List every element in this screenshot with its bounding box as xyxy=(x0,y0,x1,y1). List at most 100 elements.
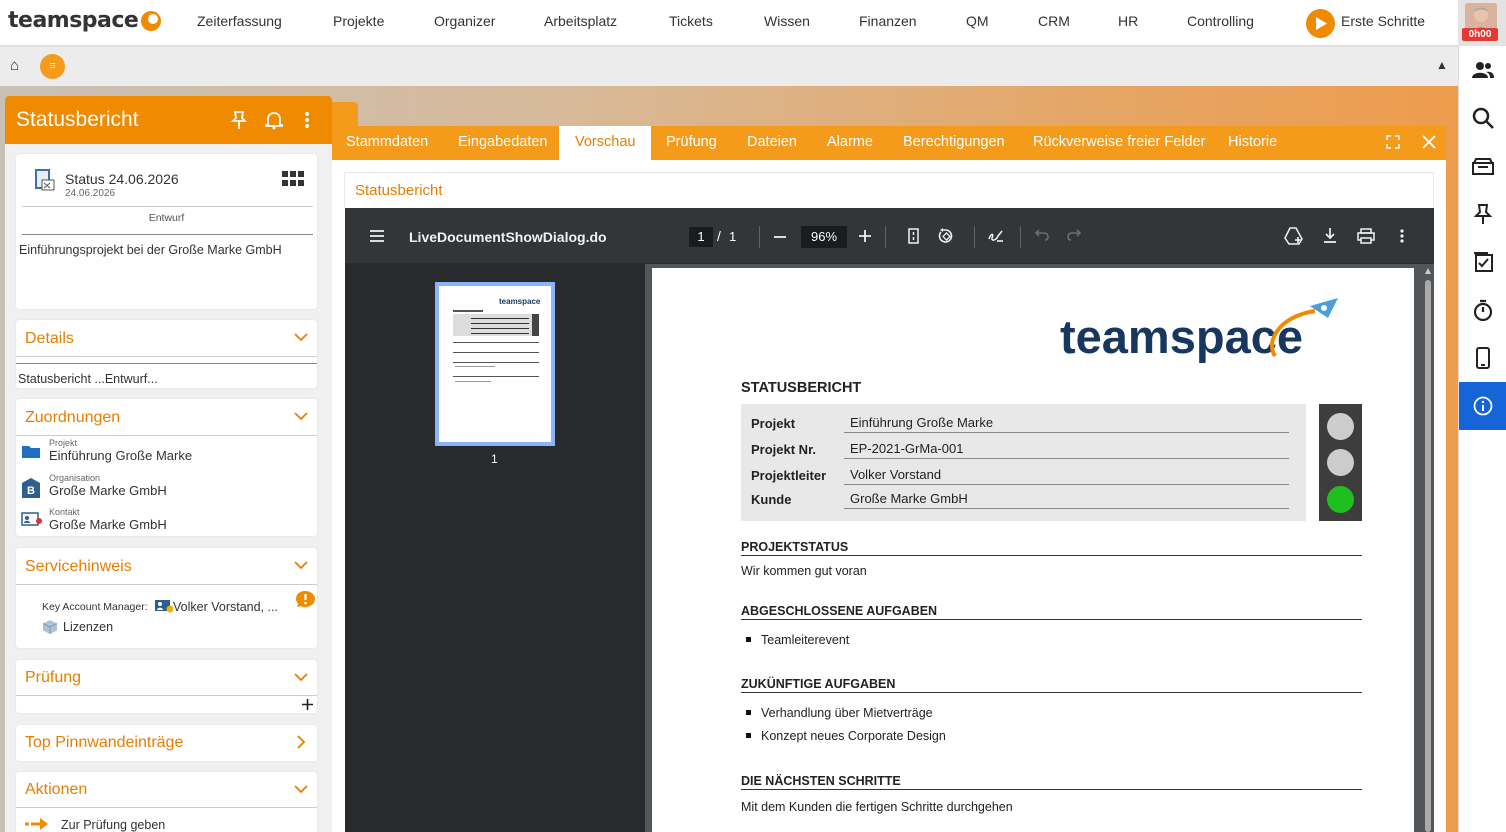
pinboard-title[interactable]: Top Pinnwandeinträge xyxy=(25,734,183,752)
nav-tickets[interactable]: Tickets xyxy=(669,13,713,29)
folder-icon xyxy=(22,446,40,458)
nav-wissen[interactable]: Wissen xyxy=(764,13,810,29)
collapse-up-icon[interactable]: ▲ xyxy=(1436,58,1448,72)
more-vertical-icon[interactable] xyxy=(304,110,310,130)
close-icon[interactable] xyxy=(1422,135,1436,149)
action-submit-review[interactable]: Zur Prüfung geben xyxy=(61,818,165,832)
grid-icon[interactable] xyxy=(282,171,304,187)
licenses-link[interactable]: Lizenzen xyxy=(63,620,113,634)
thumbnail-page: teamspace xyxy=(439,286,551,442)
field-value: Große Marke GmbH xyxy=(844,491,1289,509)
contact-icon xyxy=(155,600,173,613)
status-title: Status 24.06.2026 xyxy=(65,171,179,187)
field-label: Projektleiter xyxy=(751,468,827,483)
arrow-right-icon xyxy=(25,818,48,830)
assignment-type: Kontakt xyxy=(49,507,80,517)
nav-controlling[interactable]: Controlling xyxy=(1187,13,1254,29)
doc-logo-text: teamspace xyxy=(1060,310,1303,363)
rotate-icon[interactable] xyxy=(937,228,955,244)
chevron-down-icon[interactable] xyxy=(294,332,308,342)
nav-finanzen[interactable]: Finanzen xyxy=(859,13,917,29)
field-value: Einführung Große Marke xyxy=(844,415,1289,433)
bell-icon[interactable] xyxy=(264,110,284,130)
info-icon[interactable] xyxy=(1459,382,1506,430)
review-title[interactable]: Prüfung xyxy=(25,669,81,687)
assignment-contact-link[interactable]: Große Marke GmbH xyxy=(49,517,167,532)
hamburger-menu-icon[interactable] xyxy=(370,230,384,242)
nav-organizer[interactable]: Organizer xyxy=(434,13,495,29)
package-icon xyxy=(43,620,57,634)
app-logo[interactable]: teamspace xyxy=(8,8,139,33)
kam-label: Key Account Manager: xyxy=(42,601,148,613)
nav-crm[interactable]: CRM xyxy=(1038,13,1070,29)
menu-button[interactable]: ≡ xyxy=(40,54,65,79)
drive-add-icon[interactable] xyxy=(1284,227,1304,245)
pin-icon[interactable] xyxy=(231,110,247,130)
assignment-type: Projekt xyxy=(49,438,78,448)
assignment-organisation-link[interactable]: Große Marke GmbH xyxy=(49,483,167,498)
tab-vorschau[interactable]: Vorschau xyxy=(559,126,652,160)
logo-swoosh-icon xyxy=(141,11,161,31)
nav-hr[interactable]: HR xyxy=(1118,13,1138,29)
tab-berechtigungen[interactable]: Berechtigungen xyxy=(903,126,1005,160)
warning-icon[interactable] xyxy=(296,590,316,608)
assignments-title[interactable]: Zuordnungen xyxy=(25,409,120,427)
undo-icon[interactable] xyxy=(1035,229,1049,241)
zoom-out-icon[interactable] xyxy=(774,236,786,238)
chevron-down-icon[interactable] xyxy=(294,784,308,794)
zoom-level-input[interactable]: 96% xyxy=(801,226,847,248)
redo-icon[interactable] xyxy=(1067,229,1081,241)
chevron-right-icon[interactable] xyxy=(296,735,306,749)
tab-eingabedaten[interactable]: Eingabedaten xyxy=(458,126,548,160)
nav-arbeitsplatz[interactable]: Arbeitsplatz xyxy=(544,13,617,29)
contacts-icon[interactable] xyxy=(1459,46,1506,94)
play-icon[interactable] xyxy=(1306,9,1335,38)
add-icon[interactable] xyxy=(302,699,313,710)
first-steps-link[interactable]: Erste Schritte xyxy=(1341,13,1425,29)
chevron-down-icon[interactable] xyxy=(294,560,308,570)
left-panel: Statusbericht Status 24.06.2026 24.06.20… xyxy=(5,96,332,832)
contact-card-icon xyxy=(21,512,42,526)
fit-page-icon[interactable] xyxy=(908,228,919,244)
print-icon[interactable] xyxy=(1357,228,1375,244)
assignment-project-link[interactable]: Einführung Große Marke xyxy=(49,448,192,463)
pdf-page: teamspace STATUSBERICHT Projekt Einführu… xyxy=(652,268,1414,832)
service-note-card: Servicehinweis Key Account Manager: Volk… xyxy=(16,548,317,648)
actions-title[interactable]: Aktionen xyxy=(25,781,87,799)
pin-icon[interactable] xyxy=(1459,190,1506,238)
tab-stammdaten[interactable]: Stammdaten xyxy=(346,126,428,160)
nav-projekte[interactable]: Projekte xyxy=(333,13,384,29)
tab-pruefung[interactable]: Prüfung xyxy=(666,126,717,160)
page-number-input[interactable]: 1 xyxy=(689,227,713,247)
search-icon[interactable] xyxy=(1459,94,1506,142)
mobile-icon[interactable] xyxy=(1459,334,1506,382)
nav-zeiterfassung[interactable]: Zeiterfassung xyxy=(197,13,282,29)
details-title[interactable]: Details xyxy=(25,330,74,348)
timer-badge[interactable]: 0h00 xyxy=(1462,28,1498,41)
scrollbar[interactable] xyxy=(1424,266,1432,832)
preview-header: Statusbericht xyxy=(344,172,1434,208)
zoom-in-icon[interactable] xyxy=(859,230,871,242)
service-note-title[interactable]: Servicehinweis xyxy=(25,558,132,576)
tab-alarme[interactable]: Alarme xyxy=(827,126,873,160)
chevron-down-icon[interactable] xyxy=(294,672,308,682)
nav-qm[interactable]: QM xyxy=(966,13,989,29)
download-icon[interactable] xyxy=(1323,227,1337,243)
tab-dateien[interactable]: Dateien xyxy=(747,126,797,160)
traffic-light-red xyxy=(1327,413,1354,440)
home-icon[interactable]: ⌂ xyxy=(10,57,19,74)
stopwatch-icon[interactable] xyxy=(1459,286,1506,334)
secondary-bar xyxy=(0,47,1458,86)
tab-rueckverweise[interactable]: Rückverweise freier Felder xyxy=(1033,126,1205,160)
draw-icon[interactable] xyxy=(988,228,1004,244)
kam-value-link[interactable]: Volker Vorstand, ... xyxy=(173,600,278,614)
status-date: 24.06.2026 xyxy=(65,188,116,199)
page-separator: / xyxy=(717,228,721,244)
page-thumbnail[interactable]: teamspace xyxy=(435,282,555,446)
more-vertical-icon[interactable] xyxy=(1400,229,1404,243)
chevron-down-icon[interactable] xyxy=(294,411,308,421)
tab-historie[interactable]: Historie xyxy=(1228,126,1277,160)
inbox-icon[interactable] xyxy=(1459,142,1506,190)
fullscreen-icon[interactable] xyxy=(1386,135,1400,149)
tasks-icon[interactable] xyxy=(1459,238,1506,286)
